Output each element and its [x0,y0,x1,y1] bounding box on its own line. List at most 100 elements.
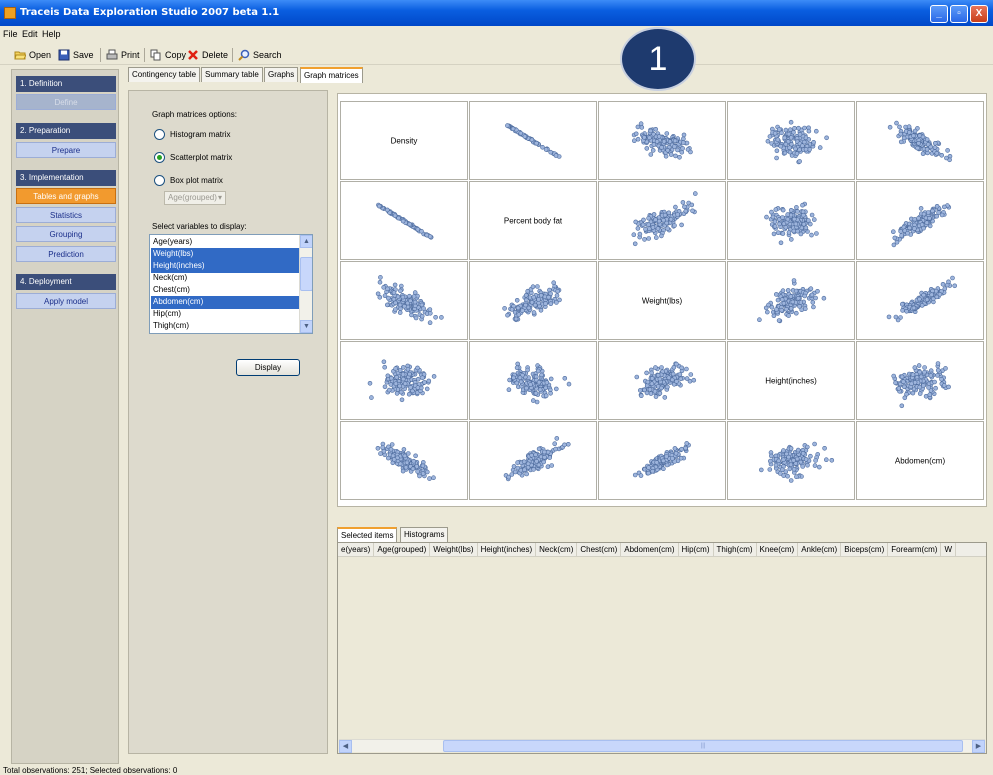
data-point[interactable] [817,145,823,150]
data-point[interactable] [772,219,778,225]
data-point[interactable] [757,317,762,323]
data-point[interactable] [505,123,510,128]
data-point[interactable] [524,385,529,391]
data-point[interactable] [536,379,542,385]
data-point[interactable] [632,241,638,247]
data-point[interactable] [781,448,786,453]
data-point[interactable] [808,286,814,292]
data-point[interactable] [655,372,661,378]
sidebar-item-grouping[interactable]: Grouping [16,226,116,242]
data-point[interactable] [400,376,406,382]
data-point[interactable] [648,152,654,157]
data-point[interactable] [675,147,680,153]
data-point[interactable] [672,138,678,144]
data-point[interactable] [514,380,520,386]
data-point[interactable] [795,447,801,453]
data-point[interactable] [671,364,677,370]
data-point[interactable] [635,136,641,142]
data-point[interactable] [653,217,658,223]
menu-help[interactable]: Help [42,29,61,39]
data-point[interactable] [788,478,794,483]
column-header[interactable]: e(years) [338,543,375,556]
data-point[interactable] [641,135,647,140]
data-point[interactable] [910,390,916,396]
data-point[interactable] [514,297,520,303]
data-point[interactable] [421,306,426,311]
data-point[interactable] [542,449,547,455]
data-point[interactable] [926,210,931,215]
data-point[interactable] [542,294,548,300]
data-point[interactable] [924,137,930,142]
listbox-scrollbar[interactable]: ▲ ▼ [299,235,312,333]
data-point[interactable] [891,373,897,379]
data-point[interactable] [783,224,789,230]
data-point[interactable] [787,145,792,151]
data-point[interactable] [402,381,408,387]
data-point[interactable] [803,146,809,152]
data-point[interactable] [439,315,444,320]
column-header[interactable]: Hip(cm) [679,543,714,556]
data-point[interactable] [412,299,418,305]
data-point[interactable] [397,310,403,315]
data-point[interactable] [528,382,533,387]
data-point[interactable] [635,124,641,130]
data-point[interactable] [543,393,549,399]
data-point[interactable] [911,305,917,311]
data-point[interactable] [535,284,540,289]
scroll-thumb[interactable]: ||| [443,740,963,752]
data-point[interactable] [411,294,417,299]
data-point[interactable] [772,130,778,136]
data-point[interactable] [522,467,527,473]
data-point[interactable] [796,295,801,301]
data-point[interactable] [808,453,813,459]
data-point[interactable] [649,376,655,381]
data-point[interactable] [407,221,412,227]
data-point[interactable] [809,212,815,218]
column-header[interactable]: W [941,543,957,556]
data-point[interactable] [533,390,539,396]
data-point[interactable] [810,300,816,305]
data-point[interactable] [544,380,550,385]
tab-graph-matrices[interactable]: Graph matrices [300,67,363,83]
data-point[interactable] [638,393,644,399]
data-point[interactable] [776,318,782,323]
data-point[interactable] [403,464,409,470]
data-point[interactable] [933,385,938,391]
data-point[interactable] [946,279,951,285]
data-point[interactable] [510,126,516,132]
data-point[interactable] [684,140,690,146]
data-point[interactable] [408,298,413,304]
data-point[interactable] [407,371,412,377]
data-point[interactable] [523,302,528,308]
data-point[interactable] [400,218,406,224]
data-point[interactable] [515,460,520,465]
data-point[interactable] [518,130,524,136]
data-point[interactable] [946,384,951,390]
horizontal-scrollbar[interactable]: ◀ ||| ▶ [339,739,985,753]
data-point[interactable] [894,120,899,126]
data-point[interactable] [788,119,794,125]
data-point[interactable] [647,387,653,392]
data-point[interactable] [509,472,515,477]
data-point[interactable] [803,457,809,462]
data-point[interactable] [541,459,546,465]
data-point[interactable] [648,128,654,134]
data-point[interactable] [921,292,926,298]
data-point[interactable] [385,373,391,379]
data-point[interactable] [664,462,670,468]
data-point[interactable] [384,207,390,213]
data-point[interactable] [772,223,778,229]
data-point[interactable] [673,153,678,159]
data-point[interactable] [777,221,782,227]
data-point[interactable] [792,125,797,131]
data-point[interactable] [553,446,558,452]
data-point[interactable] [393,381,399,387]
data-point[interactable] [662,395,668,400]
data-point[interactable] [765,138,771,144]
data-point[interactable] [906,130,912,135]
data-point[interactable] [663,153,669,159]
data-point[interactable] [798,231,804,237]
tab-selected-items[interactable]: Selected items [337,527,398,542]
data-point[interactable] [649,370,654,376]
data-point[interactable] [530,284,536,290]
